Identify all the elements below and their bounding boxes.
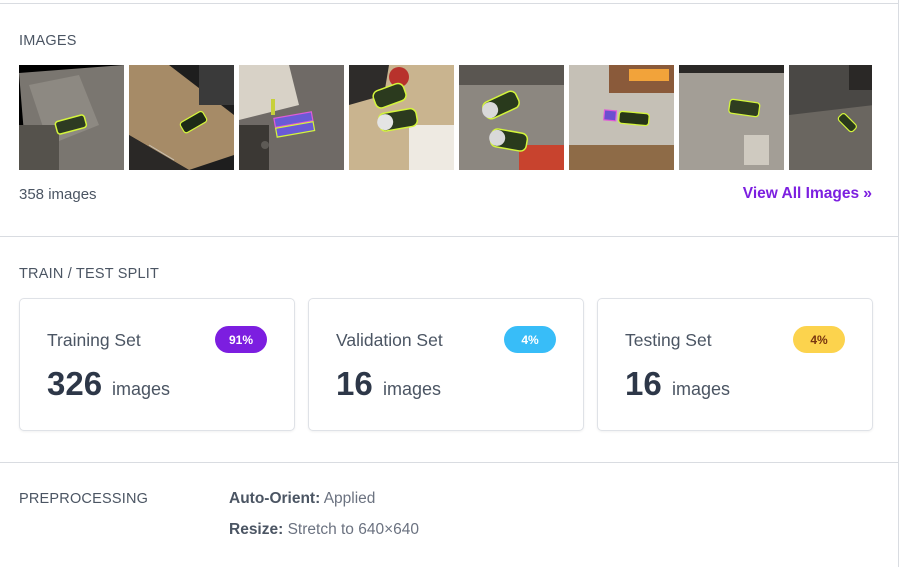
card-title: Training Set [47, 330, 141, 350]
images-heading: IMAGES [19, 33, 77, 49]
thumbnail-5-image [459, 65, 564, 170]
card-title: Testing Set [625, 330, 712, 350]
thumbnail-2[interactable] [129, 65, 234, 170]
image-count-unit: images [112, 379, 171, 399]
section-divider-2 [0, 462, 898, 463]
preprocessing-label: Resize: [229, 521, 284, 538]
thumbnail-strip [19, 65, 872, 170]
thumbnail-7[interactable] [679, 65, 784, 170]
training-set-card: Training Set 91% 326 images [19, 298, 295, 431]
percent-badge: 91% [215, 326, 267, 353]
thumbnail-8-image [789, 65, 872, 170]
thumbnail-3-image [239, 65, 344, 170]
thumbnail-7-image [679, 65, 784, 170]
section-divider-1 [0, 236, 898, 237]
view-all-images-label: View All Images [742, 185, 860, 202]
validation-set-card: Validation Set 4% 16 images [308, 298, 584, 431]
image-count: 358 images [19, 186, 97, 203]
preprocessing-value: Stretch to 640×640 [287, 521, 420, 538]
image-count-number: 16 [336, 365, 373, 402]
split-cards: Training Set 91% 326 images Validation S… [19, 298, 873, 431]
image-count-unit: images [672, 379, 731, 399]
thumbnail-3[interactable] [239, 65, 344, 170]
percent-badge: 4% [504, 326, 556, 353]
preprocessing-label: Auto-Orient: [229, 490, 321, 507]
preprocessing-resize: Resize: Stretch to 640×640 [229, 521, 419, 539]
thumbnail-2-image [129, 65, 234, 170]
view-all-images-link[interactable]: View All Images » [743, 185, 872, 203]
preprocessing-value: Applied [323, 490, 376, 507]
dataset-page: IMAGES 358 images View All Images » TRAI… [0, 0, 901, 567]
image-count-number: 326 [47, 365, 103, 402]
top-divider [0, 3, 898, 4]
image-count-number: 16 [625, 365, 662, 402]
thumbnail-1-image [19, 65, 124, 170]
thumbnail-6-image [569, 65, 674, 170]
preprocessing-heading: PREPROCESSING [19, 491, 149, 507]
thumbnail-4-image [349, 65, 454, 170]
thumbnail-5[interactable] [459, 65, 564, 170]
right-border [898, 0, 899, 567]
thumbnail-8[interactable] [789, 65, 872, 170]
split-heading: TRAIN / TEST SPLIT [19, 266, 160, 282]
double-chevron-right-icon: » [863, 185, 872, 202]
thumbnail-1[interactable] [19, 65, 124, 170]
thumbnail-6[interactable] [569, 65, 674, 170]
testing-set-card: Testing Set 4% 16 images [597, 298, 873, 431]
card-title: Validation Set [336, 330, 443, 350]
thumbnail-4[interactable] [349, 65, 454, 170]
image-count-unit: images [383, 379, 442, 399]
preprocessing-auto-orient: Auto-Orient: Applied [229, 490, 375, 508]
percent-badge: 4% [793, 326, 845, 353]
